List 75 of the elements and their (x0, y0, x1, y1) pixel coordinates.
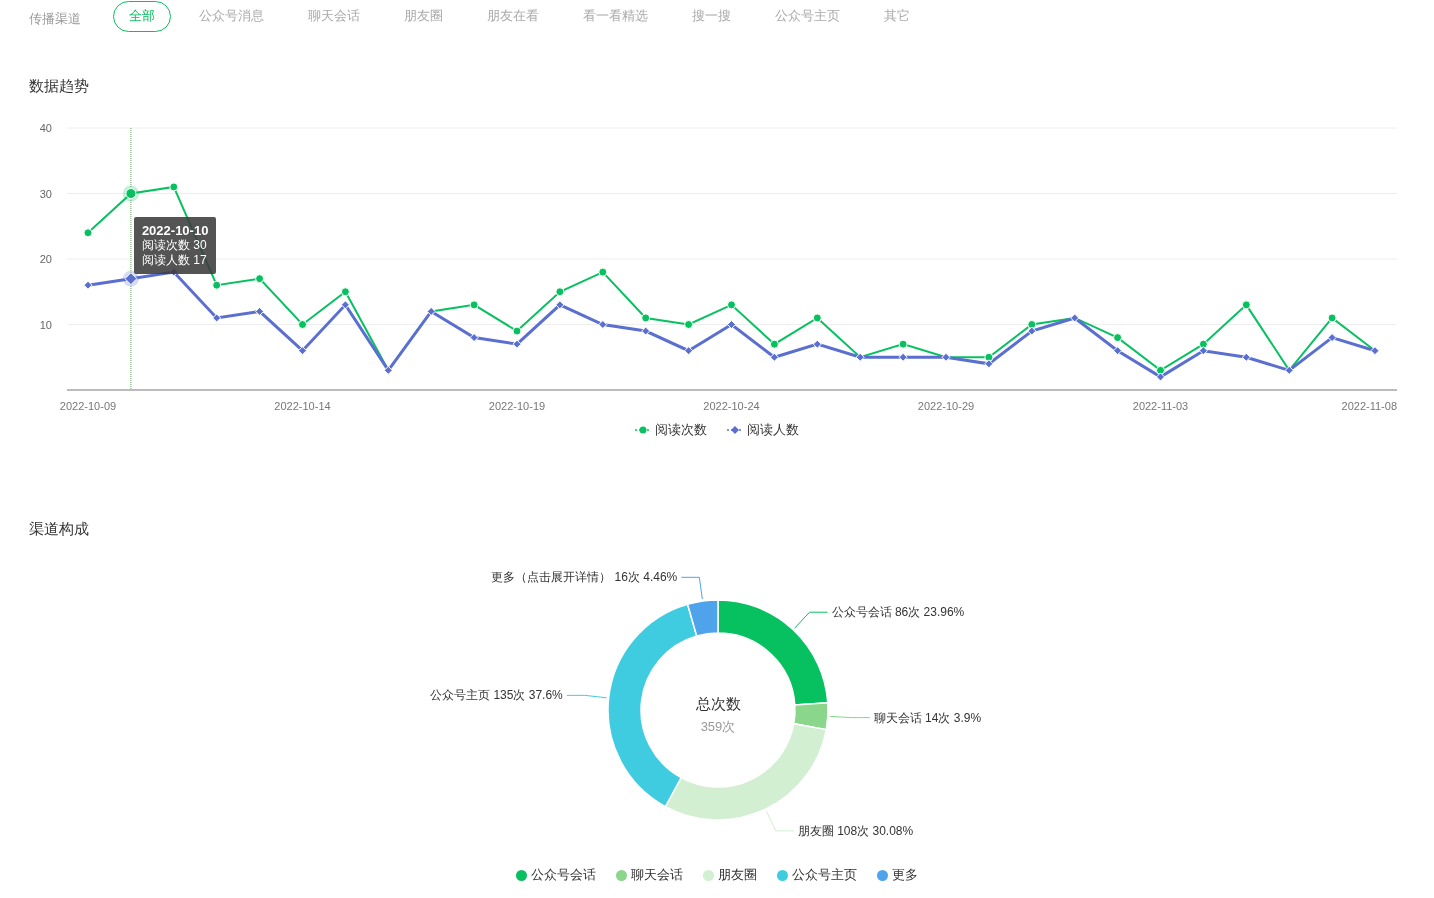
leader-line (566, 694, 608, 699)
slice-label: 聊天会话 14次 3.9% (873, 710, 982, 725)
slice-label: 公众号会话 86次 23.96% (831, 605, 965, 620)
data-point (1198, 339, 1208, 349)
axis-label: 10 (39, 318, 52, 331)
axis-label: 20 (39, 253, 52, 265)
data-point (255, 274, 265, 284)
data-point (1241, 300, 1251, 310)
axis-label: 2022-10-24 (703, 400, 760, 412)
axis-label: 2022-11-03 (1132, 400, 1189, 412)
channel-tab[interactable]: 聊天会话 (292, 0, 376, 32)
legend-line-icon (635, 425, 651, 435)
legend-label: 更多 (892, 866, 918, 884)
axis-label: 2022-11-08 (1341, 400, 1397, 412)
donut-slice[interactable] (686, 599, 719, 637)
legend-dot (703, 869, 714, 881)
tooltip-value: 阅读人数 17 (141, 252, 208, 268)
data-point (212, 280, 222, 290)
center-title: 总次数 (695, 695, 741, 712)
data-point (598, 267, 608, 277)
section-title: 渠道构成 (28, 520, 90, 539)
data-point (512, 326, 522, 336)
legend-label: 朋友圈 (718, 866, 757, 884)
data-point (898, 339, 908, 349)
legend-label: 公众号主页 (792, 866, 857, 884)
slice-label: 朋友圈 108次 30.08% (797, 823, 914, 838)
legend-dot (616, 869, 627, 881)
data-point (641, 313, 651, 323)
legend-dot (877, 869, 888, 881)
axis-label: 2022-10-14 (274, 400, 331, 412)
tooltip-value: 阅读次数 30 (141, 237, 208, 253)
slice-label: 更多（点击展开详情） 16次 4.46% (491, 570, 678, 585)
data-point (984, 352, 994, 362)
data-point (469, 300, 479, 310)
axis-label: 2022-10-09 (59, 400, 117, 412)
legend-label: 聊天会话 (631, 866, 683, 884)
data-point (1327, 313, 1337, 323)
legend-line-icon (727, 425, 743, 435)
data-point (684, 320, 694, 329)
filter-label: 传播渠道 (29, 10, 81, 28)
legend-label: 阅读次数 (655, 421, 707, 439)
data-point (812, 313, 822, 323)
data-point (727, 300, 736, 310)
data-point (1027, 320, 1037, 329)
channel-tab[interactable]: 其它 (868, 0, 926, 32)
leader-line (680, 576, 703, 600)
legend-label: 阅读人数 (747, 421, 799, 439)
donut-slice[interactable] (793, 702, 829, 731)
channel-tab[interactable]: 朋友在看 (471, 0, 555, 32)
data-point (298, 320, 307, 329)
channel-tab[interactable]: 公众号主页 (759, 0, 856, 32)
axis-label: 2022-10-29 (917, 400, 975, 412)
center-value: 359次 (700, 719, 736, 734)
data-point (169, 182, 179, 192)
axis-label: 2022-10-19 (488, 400, 546, 412)
section-title: 数据趋势 (28, 77, 90, 96)
data-point (340, 287, 350, 297)
data-point (769, 339, 779, 349)
axis-label: 40 (39, 122, 52, 134)
legend-label: 公众号会话 (531, 866, 596, 884)
donut-slice[interactable] (607, 603, 698, 808)
slice-label: 公众号主页 135次 37.6% (430, 688, 563, 703)
data-point (1156, 365, 1165, 375)
legend-dot (516, 869, 527, 881)
channel-tab[interactable]: 公众号消息 (183, 0, 280, 32)
leader-line (829, 715, 871, 719)
data-point (83, 228, 93, 238)
data-point (1113, 333, 1123, 343)
channel-tab[interactable]: 朋友圈 (388, 0, 459, 32)
legend-dot (777, 869, 788, 881)
tooltip-date: 2022-10-10 (141, 222, 209, 238)
axis-label: 30 (39, 187, 52, 200)
leader-line (794, 611, 829, 629)
leader-line (765, 810, 795, 832)
data-point (555, 287, 565, 297)
